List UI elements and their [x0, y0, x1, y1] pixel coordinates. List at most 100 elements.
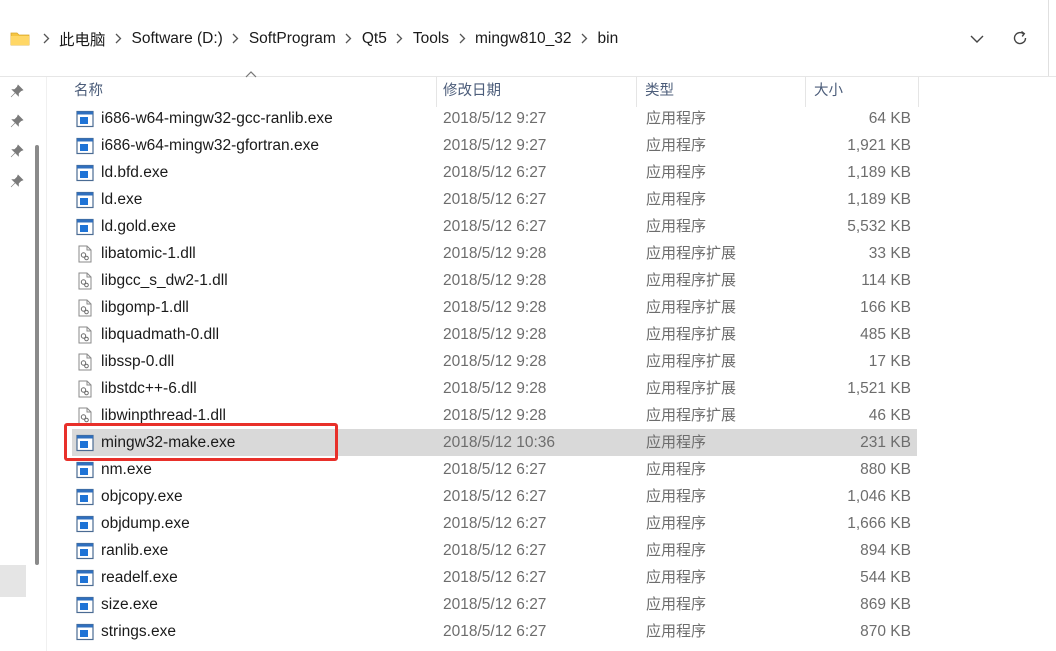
- file-size: 894 KB: [860, 542, 911, 559]
- file-row[interactable]: ld.gold.exe 2018/5/12 6:27 应用程序 5,532 KB: [72, 213, 917, 240]
- file-date: 2018/5/12 9:27: [443, 110, 547, 127]
- chevron-right-icon[interactable]: [453, 32, 471, 47]
- chevron-right-icon[interactable]: [110, 32, 128, 47]
- folder-icon: [10, 32, 30, 46]
- file-date: 2018/5/12 9:28: [443, 380, 547, 397]
- file-name: libatomic-1.dll: [101, 245, 196, 262]
- column-header-name[interactable]: 名称: [66, 77, 437, 107]
- file-row[interactable]: ld.bfd.exe 2018/5/12 6:27 应用程序 1,189 KB: [72, 159, 917, 186]
- chevron-right-icon[interactable]: [37, 32, 55, 47]
- file-name: libquadmath-0.dll: [101, 326, 220, 343]
- file-row[interactable]: libatomic-1.dll 2018/5/12 9:28 应用程序扩展 33 KB: [72, 240, 917, 267]
- file-date: 2018/5/12 6:27: [443, 623, 547, 640]
- file-row[interactable]: libgomp-1.dll 2018/5/12 9:28 应用程序扩展 166 KB: [72, 294, 917, 321]
- chevron-right-icon[interactable]: [340, 32, 358, 47]
- chevron-right-icon[interactable]: [227, 32, 245, 47]
- exe-icon: [76, 191, 94, 209]
- breadcrumb-label[interactable]: Qt5: [359, 30, 390, 48]
- file-name: ld.exe: [101, 191, 143, 208]
- highlight-annotation: [64, 423, 338, 461]
- file-row[interactable]: strings.exe 2018/5/12 6:27 应用程序 870 KB: [72, 618, 917, 645]
- file-row[interactable]: libquadmath-0.dll 2018/5/12 9:28 应用程序扩展 485…: [72, 321, 917, 348]
- address-bar[interactable]: 此电脑 Software (D:) SoftProgram Qt5 Tools mingw…: [0, 0, 1056, 77]
- file-row[interactable]: libssp-0.dll 2018/5/12 9:28 应用程序扩展 17 KB: [72, 348, 917, 375]
- file-size: 1,666 KB: [847, 515, 911, 532]
- file-type: 应用程序: [646, 542, 707, 559]
- file-size: 1,189 KB: [847, 164, 911, 181]
- dll-icon: [76, 272, 94, 290]
- file-size: 1,921 KB: [847, 137, 911, 154]
- file-size: 114 KB: [861, 272, 911, 289]
- file-row[interactable]: ld.exe 2018/5/12 6:27 应用程序 1,189 KB: [72, 186, 917, 213]
- exe-icon: [76, 623, 94, 641]
- chevron-right-icon[interactable]: [391, 32, 409, 47]
- file-size: 880 KB: [860, 461, 911, 478]
- exe-icon: [76, 218, 94, 236]
- file-type: 应用程序: [646, 569, 707, 586]
- file-name: objcopy.exe: [101, 488, 183, 505]
- file-row[interactable]: readelf.exe 2018/5/12 6:27 应用程序 544 KB: [72, 564, 917, 591]
- breadcrumb-label[interactable]: mingw810_32: [472, 30, 575, 48]
- breadcrumb-item[interactable]: 此电脑: [36, 28, 109, 50]
- file-row[interactable]: libgcc_s_dw2-1.dll 2018/5/12 9:28 应用程序扩展 11…: [72, 267, 917, 294]
- file-name: i686-w64-mingw32-gcc-ranlib.exe: [101, 110, 333, 127]
- file-size: 5,532 KB: [847, 218, 911, 235]
- file-size: 544 KB: [860, 569, 911, 586]
- refresh-icon[interactable]: [1008, 26, 1032, 50]
- breadcrumb-item[interactable]: mingw810_32: [452, 30, 575, 48]
- file-type: 应用程序: [646, 596, 707, 613]
- breadcrumb-label[interactable]: bin: [595, 30, 622, 48]
- column-header-type[interactable]: 类型: [639, 77, 806, 107]
- chevron-down-icon[interactable]: [966, 28, 988, 50]
- breadcrumb-label[interactable]: Software (D:): [129, 30, 226, 48]
- file-type: 应用程序: [646, 137, 707, 154]
- breadcrumb-label[interactable]: SoftProgram: [246, 30, 339, 48]
- pin-icon[interactable]: [10, 84, 24, 98]
- file-date: 2018/5/12 6:27: [443, 488, 547, 505]
- file-type: 应用程序: [646, 218, 707, 235]
- pin-icon[interactable]: [10, 114, 24, 128]
- file-size: 46 KB: [868, 407, 911, 424]
- file-date: 2018/5/12 6:27: [443, 596, 547, 613]
- exe-icon: [76, 110, 94, 128]
- file-date: 2018/5/12 9:28: [443, 407, 547, 424]
- breadcrumb-label[interactable]: 此电脑: [56, 28, 109, 50]
- file-size: 64 KB: [868, 110, 911, 127]
- breadcrumb-item[interactable]: Qt5: [339, 30, 390, 48]
- exe-icon: [76, 596, 94, 614]
- breadcrumb-item[interactable]: SoftProgram: [226, 30, 339, 48]
- file-row[interactable]: objcopy.exe 2018/5/12 6:27 应用程序 1,046 KB: [72, 483, 917, 510]
- dll-icon: [76, 353, 94, 371]
- nav-selected-item[interactable]: [0, 565, 26, 597]
- file-name: libgcc_s_dw2-1.dll: [101, 272, 228, 289]
- breadcrumb-item[interactable]: Tools: [390, 30, 452, 48]
- file-row[interactable]: objdump.exe 2018/5/12 6:27 应用程序 1,666 KB: [72, 510, 917, 537]
- file-size: 1,521 KB: [847, 380, 911, 397]
- file-type: 应用程序: [646, 488, 707, 505]
- breadcrumb-label[interactable]: Tools: [410, 30, 452, 48]
- divider: [46, 77, 47, 651]
- column-header-date[interactable]: 修改日期: [437, 77, 637, 107]
- file-row[interactable]: ranlib.exe 2018/5/12 6:27 应用程序 894 KB: [72, 537, 917, 564]
- file-row[interactable]: size.exe 2018/5/12 6:27 应用程序 869 KB: [72, 591, 917, 618]
- chevron-right-icon[interactable]: [576, 32, 594, 47]
- dll-icon: [76, 380, 94, 398]
- pin-icon[interactable]: [10, 144, 24, 158]
- file-date: 2018/5/12 9:28: [443, 245, 547, 262]
- exe-icon: [76, 137, 94, 155]
- file-row[interactable]: i686-w64-mingw32-gfortran.exe 2018/5/12 9…: [72, 132, 917, 159]
- file-size: 33 KB: [868, 245, 911, 262]
- file-row[interactable]: libstdc++-6.dll 2018/5/12 9:28 应用程序扩展 1,521…: [72, 375, 917, 402]
- column-header-size[interactable]: 大小: [808, 77, 919, 107]
- file-date: 2018/5/12 6:27: [443, 569, 547, 586]
- file-date: 2018/5/12 9:27: [443, 137, 547, 154]
- file-type: 应用程序扩展: [646, 353, 737, 370]
- breadcrumb-item[interactable]: bin: [575, 30, 622, 48]
- file-size: 166 KB: [860, 299, 911, 316]
- pin-icon[interactable]: [10, 174, 24, 188]
- breadcrumb-item[interactable]: Software (D:): [109, 30, 226, 48]
- file-row[interactable]: i686-w64-mingw32-gcc-ranlib.exe 2018/5/12…: [72, 105, 917, 132]
- file-type: 应用程序: [646, 191, 707, 208]
- file-date: 2018/5/12 6:27: [443, 515, 547, 532]
- nav-scrollbar[interactable]: [35, 145, 39, 565]
